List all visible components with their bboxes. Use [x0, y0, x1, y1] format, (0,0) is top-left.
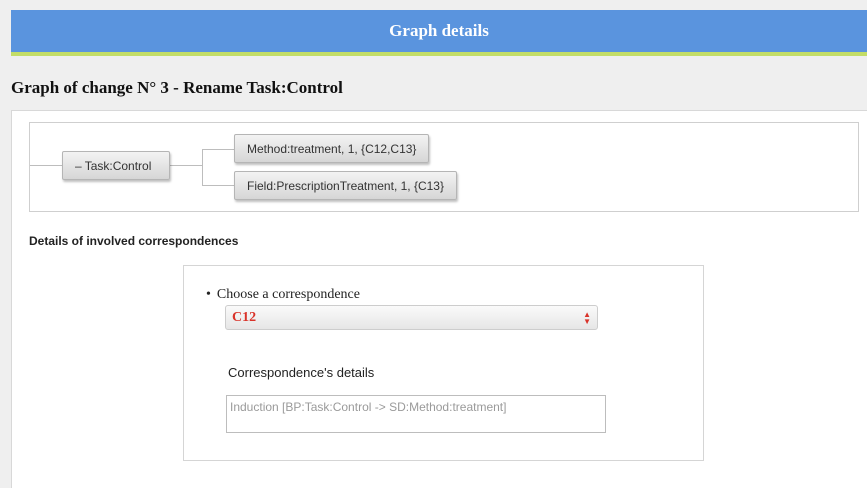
collapse-icon[interactable]: – [75, 159, 82, 173]
graph-connector [202, 149, 234, 150]
section-title: Details of involved correspondences [29, 234, 239, 248]
graph-connector [202, 185, 234, 186]
graph-root-label: Task:Control [84, 158, 152, 173]
header-title: Graph details [389, 21, 489, 40]
change-graph: – Task:Control Method:treatment, 1, {C12… [29, 122, 859, 212]
graph-child-label: Method:treatment, 1, {C12,C13} [247, 141, 417, 156]
bullet-icon: • [206, 287, 211, 302]
graph-connector [170, 165, 202, 166]
correspondence-select-value: C12 [232, 309, 257, 325]
graph-child-label: Field:PrescriptionTreatment, 1, {C13} [247, 178, 444, 193]
choose-correspondence-label: • Choose a correspondence [206, 287, 360, 303]
graph-child-node[interactable]: Field:PrescriptionTreatment, 1, {C13} [234, 171, 457, 200]
graph-root-node[interactable]: – Task:Control [62, 151, 170, 180]
graph-child-node[interactable]: Method:treatment, 1, {C12,C13} [234, 134, 430, 163]
graph-connector [202, 149, 203, 185]
graph-connector [30, 165, 62, 166]
header-bar: Graph details [11, 10, 867, 56]
correspondence-details-label: Correspondence's details [228, 365, 375, 380]
page-title: Graph of change N° 3 - Rename Task:Contr… [11, 78, 343, 97]
correspondence-select[interactable]: C12 ▲ ▼ [225, 305, 598, 330]
correspondence-details-field[interactable]: Induction [BP:Task:Control -> SD:Method:… [226, 395, 606, 433]
select-arrows-icon: ▲ ▼ [583, 309, 591, 326]
choose-label-text: Choose a correspondence [216, 287, 360, 302]
